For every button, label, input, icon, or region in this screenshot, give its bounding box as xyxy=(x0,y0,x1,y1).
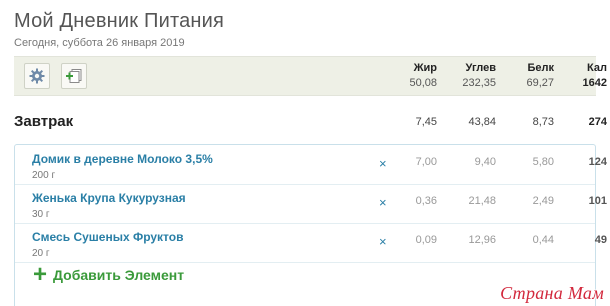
meal-carbs: 43,84 xyxy=(468,116,496,128)
settings-button[interactable] xyxy=(24,63,50,89)
total-carbs: 232,35 xyxy=(462,77,496,89)
remove-icon[interactable]: × xyxy=(379,195,387,210)
watermark-logo: Страна Мам xyxy=(500,283,604,303)
meal-cal: 274 xyxy=(588,116,607,128)
food-item-protein: 5,80 xyxy=(532,156,554,168)
add-element-label: Добавить Элемент xyxy=(53,267,185,283)
remove-icon[interactable]: × xyxy=(379,156,387,171)
food-item-protein: 0,44 xyxy=(532,234,554,246)
total-fat: 50,08 xyxy=(409,77,437,89)
food-item-portion: 200 г xyxy=(32,170,56,181)
food-item-name[interactable]: Смесь Сушеных Фруктов xyxy=(32,230,183,244)
add-copy-button[interactable] xyxy=(61,63,87,89)
gear-icon xyxy=(29,68,45,84)
column-header-cal: Кал xyxy=(587,62,607,74)
food-item-name[interactable]: Женька Крупа Кукурузная xyxy=(32,191,186,205)
meal-fat: 7,45 xyxy=(415,116,437,128)
total-cal: 1642 xyxy=(582,77,607,89)
add-element-button[interactable]: + Добавить Элемент xyxy=(33,261,185,288)
meal-protein: 8,73 xyxy=(532,116,554,128)
food-item-cal: 49 xyxy=(594,234,607,246)
summary-bar: Жир Углев Белк Кал 50,08 232,35 69,27 16… xyxy=(14,56,607,96)
food-item-fat: 7,00 xyxy=(415,156,437,168)
food-item-fat: 0,09 xyxy=(415,234,437,246)
food-item-portion: 30 г xyxy=(32,209,50,220)
meal-items-list: Домик в деревне Молоко 3,5% 200 г × 7,00… xyxy=(14,144,607,306)
food-item-row: Домик в деревне Молоко 3,5% 200 г × 7,00… xyxy=(15,147,607,185)
total-protein: 69,27 xyxy=(526,77,554,89)
food-item-row: Смесь Сушеных Фруктов 20 г × 0,09 12,96 … xyxy=(15,225,607,263)
food-item-protein: 2,49 xyxy=(532,195,554,207)
remove-icon[interactable]: × xyxy=(379,234,387,249)
food-item-cal: 124 xyxy=(588,156,607,168)
food-item-carbs: 9,40 xyxy=(474,156,496,168)
food-item-carbs: 21,48 xyxy=(468,195,496,207)
add-copy-icon xyxy=(66,69,82,83)
column-header-carbs: Углев xyxy=(465,62,496,74)
column-header-protein: Белк xyxy=(527,62,554,74)
food-item-portion: 20 г xyxy=(32,248,50,259)
page-date: Сегодня, суббота 26 января 2019 xyxy=(14,37,185,49)
food-item-name[interactable]: Домик в деревне Молоко 3,5% xyxy=(32,152,213,166)
page-title: Мой Дневник Питания xyxy=(14,10,225,32)
food-item-cal: 101 xyxy=(588,195,607,207)
food-item-row: Женька Крупа Кукурузная 30 г × 0,36 21,4… xyxy=(15,186,607,224)
food-item-carbs: 12,96 xyxy=(468,234,496,246)
column-header-fat: Жир xyxy=(413,62,437,74)
meal-title: Завтрак xyxy=(14,113,74,130)
plus-icon: + xyxy=(33,261,48,288)
food-item-fat: 0,36 xyxy=(415,195,437,207)
